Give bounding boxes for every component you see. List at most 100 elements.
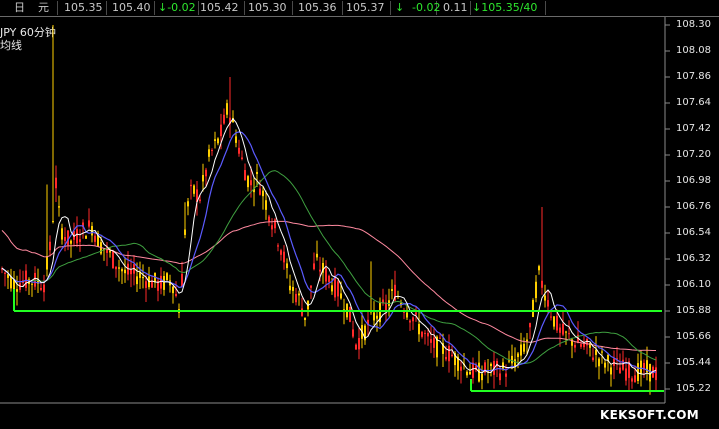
candle-body <box>277 245 279 247</box>
y-tick-label: 107.42 <box>676 123 711 134</box>
candle-body <box>256 171 258 175</box>
candle-body <box>301 308 303 316</box>
candle-body <box>187 201 189 207</box>
candle-body <box>469 371 471 375</box>
candle-body <box>490 363 492 366</box>
candle-body <box>559 327 561 333</box>
candle-body <box>601 351 603 353</box>
candle-body <box>466 371 468 376</box>
candle-body <box>553 316 555 327</box>
candle-body <box>88 220 90 227</box>
candle-body <box>448 345 450 362</box>
candle-body <box>136 276 138 285</box>
candle-body <box>265 200 267 210</box>
candle-body <box>262 190 264 197</box>
candle-body <box>130 269 132 275</box>
candle-body <box>313 263 315 270</box>
y-tick-label: 106.76 <box>676 201 711 212</box>
candle-body <box>358 338 360 350</box>
y-tick-label: 108.30 <box>676 19 711 30</box>
candle-body <box>544 295 546 301</box>
candle-body <box>568 333 570 335</box>
candle-body <box>163 276 165 290</box>
price-chart[interactable] <box>0 0 719 429</box>
candle-body <box>40 288 42 290</box>
y-tick-label: 105.66 <box>676 331 711 342</box>
candle-body <box>223 114 225 124</box>
candle-body <box>46 256 48 270</box>
candle-body <box>292 286 294 291</box>
y-tick-label: 106.54 <box>676 227 711 238</box>
candle-body <box>316 253 318 258</box>
candle-body <box>226 103 228 115</box>
candle-body <box>217 138 219 144</box>
y-tick-label: 105.22 <box>676 383 711 394</box>
candle-body <box>451 354 453 357</box>
candle-body <box>283 251 285 263</box>
candle-body <box>190 184 192 187</box>
candle-body <box>424 332 426 334</box>
y-tick-label: 105.88 <box>676 305 711 316</box>
candle-body <box>94 235 96 242</box>
candle-body <box>634 375 636 383</box>
y-tick-label: 107.20 <box>676 149 711 160</box>
candle-body <box>427 333 429 337</box>
candle-body <box>175 293 177 296</box>
candle-body <box>649 364 651 382</box>
candle-body <box>562 323 564 335</box>
candle-body <box>472 362 474 378</box>
candle-body <box>574 344 576 348</box>
candle-body <box>592 357 594 361</box>
candle-body <box>610 367 612 375</box>
watermark: KEKSOFT.COM <box>600 408 700 422</box>
candle-body <box>532 300 534 317</box>
candle-body <box>526 339 528 342</box>
candle-body <box>268 216 270 222</box>
candle-body <box>415 312 417 315</box>
candle-body <box>319 269 321 272</box>
candle-body <box>241 157 243 160</box>
candle-body <box>166 273 168 281</box>
candle-body <box>445 356 447 360</box>
candle-body <box>529 323 531 328</box>
candle-body <box>604 362 606 368</box>
candle-body <box>274 219 276 229</box>
candle-body <box>340 293 342 299</box>
candle-body <box>538 266 540 271</box>
candle-body <box>79 239 81 242</box>
candle-body <box>193 185 195 194</box>
candle-body <box>619 367 621 374</box>
y-tick-label: 106.10 <box>676 279 711 290</box>
candle-body <box>250 180 252 186</box>
candle-body <box>625 368 627 381</box>
candle-body <box>109 250 111 253</box>
candle-body <box>85 235 87 239</box>
candle-body <box>52 221 54 223</box>
candle-body <box>4 272 6 274</box>
y-tick-label: 107.64 <box>676 97 711 108</box>
candle-body <box>247 176 249 188</box>
candle-body <box>640 360 642 374</box>
candle-body <box>16 289 18 292</box>
candle-body <box>118 267 120 269</box>
y-tick-label: 108.08 <box>676 45 711 56</box>
candle-body <box>310 285 312 288</box>
candle-body <box>613 358 615 366</box>
candle-body <box>328 275 330 282</box>
candle-body <box>430 339 432 343</box>
candle-body <box>520 344 522 356</box>
candle-body <box>460 366 462 371</box>
candle-body <box>298 293 300 296</box>
candle-body <box>142 276 144 279</box>
candle-body <box>64 237 66 241</box>
candle-body <box>580 344 582 347</box>
candle-body <box>286 263 288 269</box>
candle-body <box>433 337 435 348</box>
y-tick-label: 106.98 <box>676 175 711 186</box>
candle-body <box>631 378 633 382</box>
candle-body <box>220 124 222 137</box>
candle-body <box>517 353 519 358</box>
candle-body <box>511 355 513 364</box>
candle-body <box>112 250 114 268</box>
candle-body <box>25 270 27 288</box>
